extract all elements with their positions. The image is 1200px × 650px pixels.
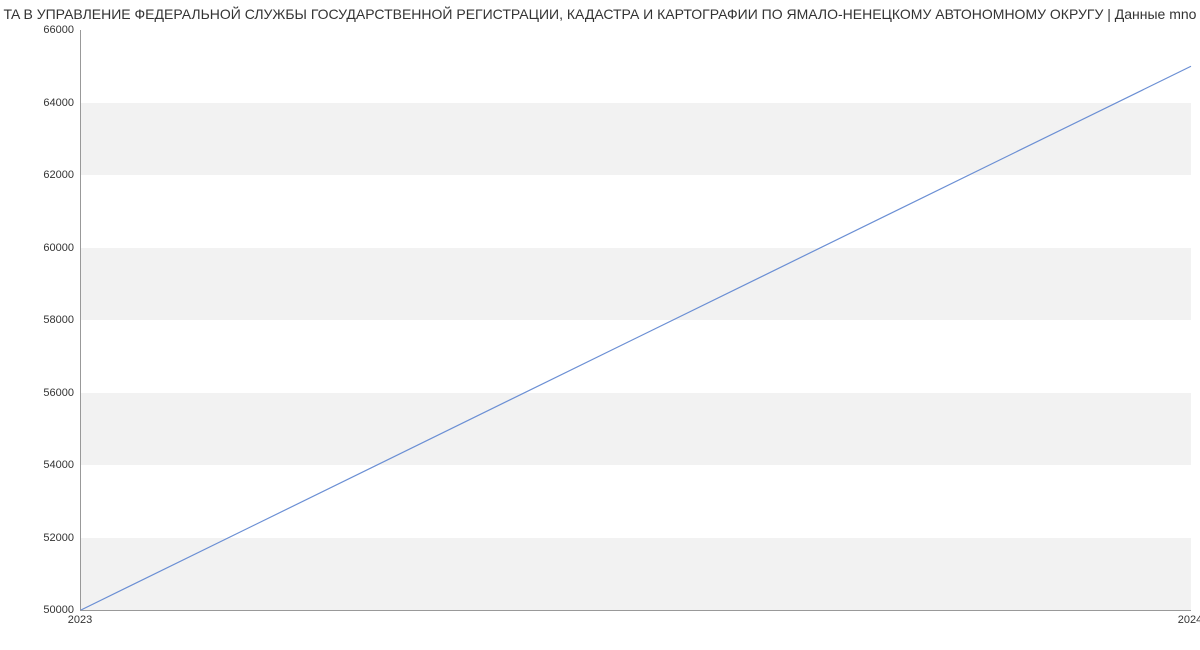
plot-area [80, 30, 1191, 611]
y-tick-label: 50000 [14, 604, 74, 616]
y-tick-label: 64000 [14, 97, 74, 109]
y-tick-label: 54000 [14, 459, 74, 471]
y-tick-label: 52000 [14, 532, 74, 544]
chart-title: TA В УПРАВЛЕНИЕ ФЕДЕРАЛЬНОЙ СЛУЖБЫ ГОСУД… [0, 6, 1200, 22]
line-series [81, 30, 1191, 610]
x-tick-label: 2023 [68, 614, 92, 626]
x-tick-label: 2024 [1178, 614, 1200, 626]
y-tick-label: 60000 [14, 242, 74, 254]
y-tick-label: 66000 [14, 24, 74, 36]
y-tick-label: 56000 [14, 387, 74, 399]
series-line [81, 66, 1191, 610]
y-tick-label: 58000 [14, 314, 74, 326]
chart-container: TA В УПРАВЛЕНИЕ ФЕДЕРАЛЬНОЙ СЛУЖБЫ ГОСУД… [0, 0, 1200, 650]
y-tick-label: 62000 [14, 169, 74, 181]
